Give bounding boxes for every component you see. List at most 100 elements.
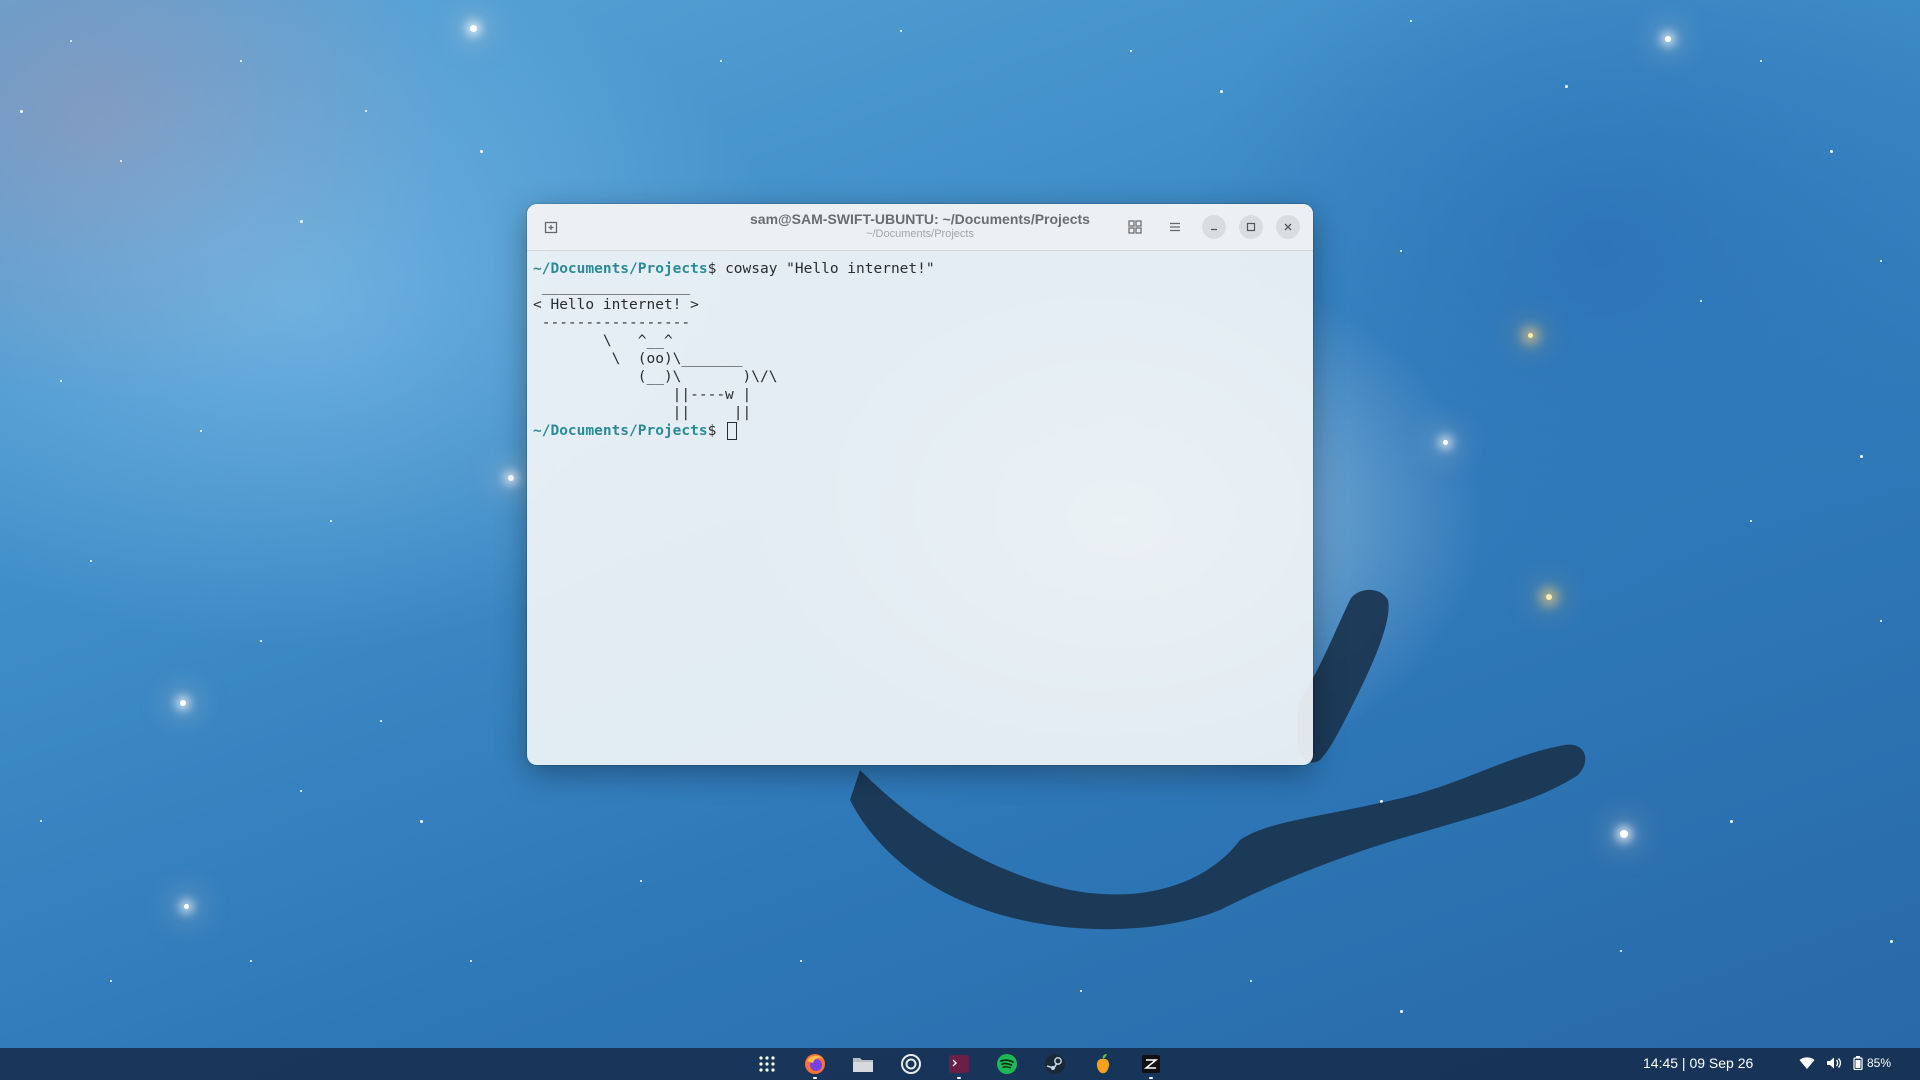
fl-studio-launcher[interactable] [1091, 1052, 1115, 1076]
star [420, 820, 423, 823]
app-grid-icon [759, 1056, 775, 1072]
zed-launcher[interactable] [1139, 1052, 1163, 1079]
app-grid-button[interactable] [755, 1052, 779, 1076]
star [365, 110, 367, 112]
maximize-button[interactable] [1239, 215, 1263, 239]
star [720, 60, 722, 62]
star [380, 720, 382, 722]
prompt-path: ~/Documents/Projects [533, 261, 708, 277]
minimize-button[interactable] [1202, 215, 1226, 239]
star [1620, 830, 1628, 838]
prompt-line: ~/Documents/Projects$ cowsay "Hello inte… [533, 260, 1307, 278]
terminal-titlebar[interactable]: sam@SAM-SWIFT-UBUNTU: ~/Documents/Projec… [527, 204, 1313, 251]
star [260, 640, 262, 642]
hamburger-menu-icon [1170, 222, 1180, 232]
star [1130, 50, 1132, 52]
close-button[interactable] [1276, 215, 1300, 239]
star [470, 960, 472, 962]
star [1410, 20, 1412, 22]
terminal-icon [949, 1055, 969, 1073]
star [330, 520, 332, 522]
tile-button[interactable] [1123, 215, 1147, 239]
prompt-path: ~/Documents/Projects [533, 423, 708, 439]
star [200, 430, 202, 432]
star [70, 40, 72, 42]
star [900, 30, 902, 32]
star [1400, 250, 1402, 252]
star [180, 700, 186, 706]
menu-button[interactable] [1163, 215, 1187, 239]
zed-editor-icon [1142, 1055, 1160, 1073]
output-line: (__)\ )\/\ [533, 369, 778, 385]
firefox-launcher[interactable] [803, 1052, 827, 1079]
steam-launcher[interactable] [1043, 1052, 1067, 1076]
volume-icon [1827, 1057, 1842, 1069]
battery-status[interactable]: 85% [1853, 1056, 1891, 1070]
star [90, 560, 92, 562]
star [470, 25, 477, 32]
star [110, 980, 112, 982]
star [1730, 820, 1733, 823]
command-text: cowsay "Hello internet!" [725, 261, 935, 277]
star [1620, 950, 1622, 952]
star [1565, 85, 1568, 88]
steam-icon [1045, 1054, 1065, 1074]
output-line: _________________ [533, 279, 691, 295]
star [60, 380, 62, 382]
clock[interactable]: 14:45 | 09 Sep 26 [1643, 1055, 1753, 1071]
star [1400, 1010, 1403, 1013]
prompt-line: ~/Documents/Projects$ [533, 422, 1307, 440]
wifi-icon [1799, 1057, 1815, 1069]
maximize-icon [1246, 222, 1256, 232]
output-line: \ ^__^ [533, 333, 673, 349]
star [1528, 333, 1533, 338]
prompt-symbol: $ [707, 261, 726, 277]
output-line: < Hello internet! > [533, 297, 699, 313]
output-line: ||----w | [533, 387, 752, 403]
terminal-output[interactable]: ~/Documents/Projects$ cowsay "Hello inte… [527, 251, 1313, 449]
window-title: sam@SAM-SWIFT-UBUNTU: ~/Documents/Projec… [750, 211, 1090, 227]
terminal-window[interactable]: sam@SAM-SWIFT-UBUNTU: ~/Documents/Projec… [527, 204, 1313, 765]
star [800, 960, 802, 962]
text-cursor [727, 422, 738, 440]
spotify-icon [997, 1054, 1017, 1074]
star [1443, 440, 1448, 445]
star [1665, 36, 1671, 42]
star [300, 790, 302, 792]
volume-status[interactable] [1826, 1056, 1842, 1070]
spotify-launcher[interactable] [995, 1052, 1019, 1076]
star [1830, 150, 1833, 153]
wifi-status[interactable] [1799, 1056, 1815, 1070]
window-subtitle: ~/Documents/Projects [866, 228, 974, 240]
firefox-icon [805, 1054, 825, 1074]
star [1750, 520, 1752, 522]
star [300, 220, 303, 223]
output-line: ----------------- [533, 315, 691, 331]
fruit-icon [1096, 1054, 1110, 1074]
star [1880, 620, 1882, 622]
star [480, 150, 483, 153]
star [20, 110, 23, 113]
settings-icon [901, 1054, 921, 1074]
star [250, 960, 252, 962]
files-launcher[interactable] [851, 1052, 875, 1076]
folder-icon [853, 1058, 873, 1072]
star [1890, 940, 1893, 943]
grid-icon [1128, 220, 1142, 234]
star [1220, 90, 1223, 93]
star [1250, 980, 1252, 982]
output-line: || || [533, 405, 752, 421]
battery-icon [1853, 1056, 1863, 1070]
star [1760, 60, 1762, 62]
close-icon [1284, 223, 1292, 231]
star [184, 904, 189, 909]
star [40, 820, 42, 822]
star [1700, 300, 1702, 302]
taskbar: 14:45 | 09 Sep 26 85% [0, 1048, 1920, 1080]
prompt-symbol: $ [707, 423, 726, 439]
running-indicator [957, 1077, 961, 1079]
running-indicator [813, 1077, 817, 1079]
settings-launcher[interactable] [899, 1052, 923, 1076]
running-indicator [1149, 1077, 1153, 1079]
terminal-launcher[interactable] [947, 1052, 971, 1079]
